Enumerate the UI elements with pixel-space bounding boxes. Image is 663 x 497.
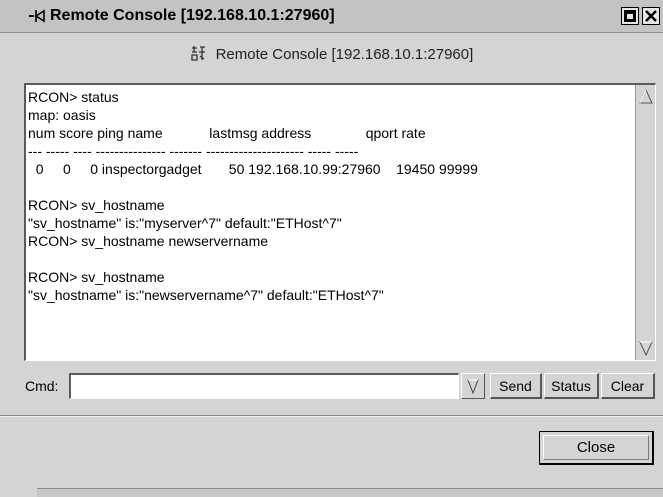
close-button-label: Close [543, 435, 649, 460]
resize-strip [37, 488, 663, 497]
console-line: RCON> sv_hostname [28, 197, 165, 213]
chevron-down-icon [467, 379, 479, 395]
remote-console-window: Remote Console [192.168.10.1:27960] Remo… [0, 0, 663, 497]
dialog-header-label: Remote Console [192.168.10.1:27960] [215, 46, 474, 63]
dialog-header: Remote Console [192.168.10.1:27960] [0, 44, 663, 65]
pin-icon[interactable] [28, 7, 45, 25]
clear-button[interactable]: Clear [601, 373, 655, 399]
console-output[interactable]: RCON> status map: oasis num score ping nam… [24, 83, 656, 361]
send-button[interactable]: Send [490, 373, 542, 399]
status-button[interactable]: Status [544, 373, 599, 399]
console-icon [190, 46, 210, 62]
console-text: RCON> status map: oasis num score ping nam… [28, 88, 628, 358]
close-icon [645, 10, 657, 22]
close-window-button[interactable] [642, 7, 660, 25]
console-line: "sv_hostname" is:"newservername^7" defau… [28, 287, 384, 303]
console-line: "sv_hostname" is:"myserver^7" default:"E… [28, 215, 342, 231]
window-title: Remote Console [192.168.10.1:27960] [50, 7, 335, 24]
console-line: RCON> status [28, 89, 119, 105]
maximize-button[interactable] [621, 7, 639, 25]
scroll-down-arrow-icon[interactable] [638, 340, 654, 358]
vertical-scrollbar[interactable] [635, 85, 655, 360]
console-line: num score ping name lastmsg address qpor… [28, 125, 426, 141]
divider [0, 415, 663, 417]
cmd-label: Cmd: [25, 378, 59, 394]
console-line: --- ----- ---- --------------- ------- -… [28, 143, 359, 159]
title-bar[interactable]: Remote Console [192.168.10.1:27960] [0, 0, 663, 33]
command-history-dropdown[interactable] [461, 373, 485, 399]
console-line: map: oasis [28, 107, 96, 123]
console-line: RCON> sv_hostname [28, 269, 165, 285]
console-line: 0 0 0 inspectorgadget 50 192.168.10.99:2… [28, 161, 478, 177]
scroll-up-arrow-icon[interactable] [638, 87, 654, 105]
close-button[interactable]: Close [539, 431, 654, 465]
console-line: RCON> sv_hostname newservername [28, 233, 269, 249]
command-input[interactable] [69, 373, 459, 399]
